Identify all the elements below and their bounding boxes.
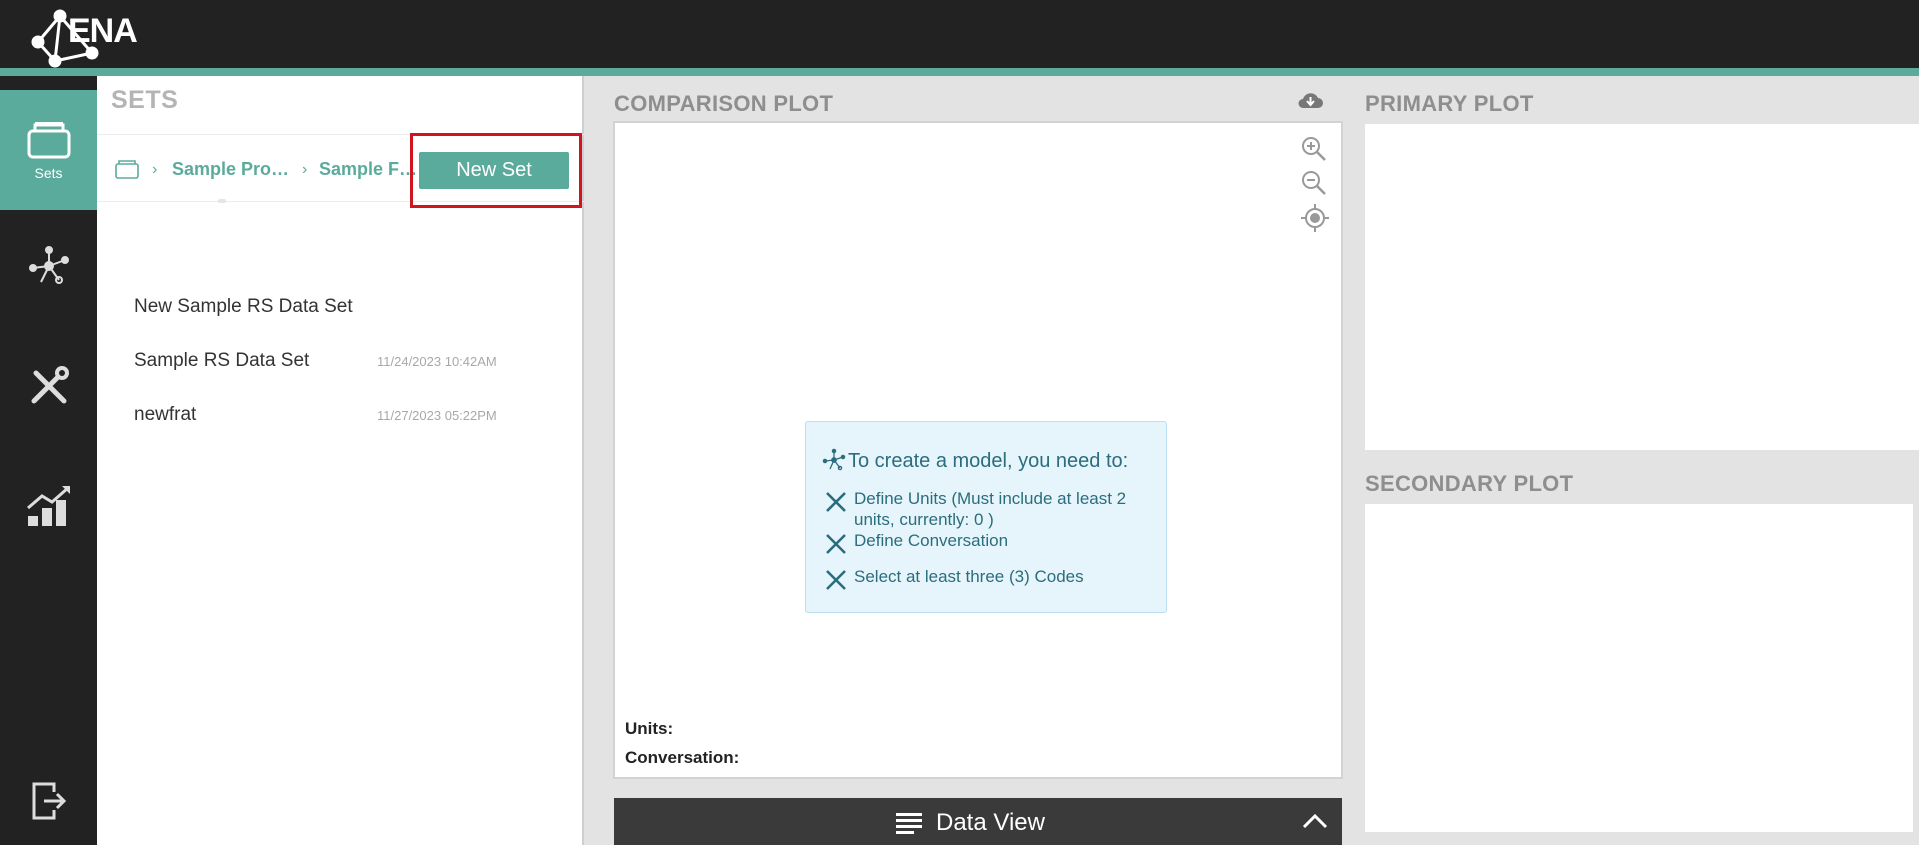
nav-item-stats[interactable] [0, 466, 97, 546]
top-bar: ENA [0, 0, 1919, 68]
close-icon [826, 570, 846, 590]
set-date: 11/27/2023 05:22PM [377, 408, 497, 423]
sets-icon [27, 122, 70, 159]
chevron-right-icon: › [152, 161, 158, 178]
list-item[interactable]: Sample RS Data Set 11/24/2023 10:42AM [134, 350, 554, 390]
chevron-up-icon[interactable] [1302, 812, 1328, 830]
data-view-label: Data View [936, 809, 1045, 836]
units-label: Units: [625, 719, 674, 738]
accent-stripe [0, 68, 1919, 76]
network-icon [822, 448, 846, 471]
chart-icon [26, 486, 70, 526]
set-date: 11/24/2023 10:42AM [377, 354, 497, 369]
nav-item-sets-label: Sets [34, 165, 63, 181]
logout-icon [32, 782, 66, 820]
cloud-download-icon[interactable] [1297, 90, 1323, 110]
recenter-icon[interactable] [1300, 203, 1330, 233]
list-item[interactable]: New Sample RS Data Set [134, 296, 554, 336]
secondary-plot-title: SECONDARY PLOT [1365, 471, 1574, 496]
primary-plot[interactable] [1365, 124, 1919, 450]
set-name: New Sample RS Data Set [134, 296, 353, 317]
breadcrumb-item-project[interactable]: Sample Pro… [172, 159, 290, 180]
sets-panel: SETS › Sample Pro… › Sample F… New Set N… [97, 76, 584, 845]
requirement-text: Define Conversation [854, 531, 1009, 550]
left-nav: Sets [0, 76, 97, 845]
requirement-item: Select at least three (3) Codes [824, 566, 1164, 592]
list-icon [896, 813, 922, 834]
nav-item-network[interactable] [0, 231, 97, 301]
secondary-plot[interactable] [1365, 504, 1913, 832]
breadcrumb-item-folder[interactable]: Sample F… [319, 159, 419, 180]
data-view-toggle[interactable]: Data View [614, 798, 1342, 845]
primary-plot-title: PRIMARY PLOT [1365, 91, 1534, 116]
tools-icon [31, 366, 69, 404]
model-requirements-title: To create a model, you need to: [848, 450, 1129, 472]
nav-item-logout[interactable] [0, 766, 97, 836]
chevron-right-icon: › [302, 161, 308, 178]
scroll-indicator [218, 199, 226, 203]
zoom-out-icon[interactable] [1300, 169, 1328, 197]
requirement-item: Define Units (Must include at least 2 un… [824, 488, 1164, 530]
conversation-label: Conversation: [625, 748, 740, 767]
list-item[interactable]: newfrat 11/27/2023 05:22PM [134, 404, 554, 444]
nav-item-sets[interactable]: Sets [0, 90, 97, 210]
requirement-item: Define Conversation [824, 530, 1164, 556]
highlight-box [410, 133, 582, 208]
requirement-text: Select at least three (3) Codes [854, 567, 1084, 586]
model-requirements-panel: To create a model, you need to: Define U… [805, 421, 1167, 613]
nav-item-tools[interactable] [0, 346, 97, 426]
comparison-plot[interactable]: To create a model, you need to: Define U… [613, 121, 1343, 779]
comparison-plot-title: COMPARISON PLOT [614, 91, 834, 116]
folder-icon[interactable] [115, 159, 139, 179]
set-name: Sample RS Data Set [134, 350, 310, 371]
requirement-text: Define Units (Must include at least 2 un… [854, 489, 1127, 529]
app-logo-text: ENA [68, 12, 138, 50]
zoom-in-icon[interactable] [1300, 135, 1328, 163]
close-icon [826, 492, 846, 512]
network-icon [28, 246, 69, 284]
close-icon [826, 534, 846, 554]
sets-title: SETS [111, 86, 179, 114]
set-name: newfrat [134, 404, 197, 425]
